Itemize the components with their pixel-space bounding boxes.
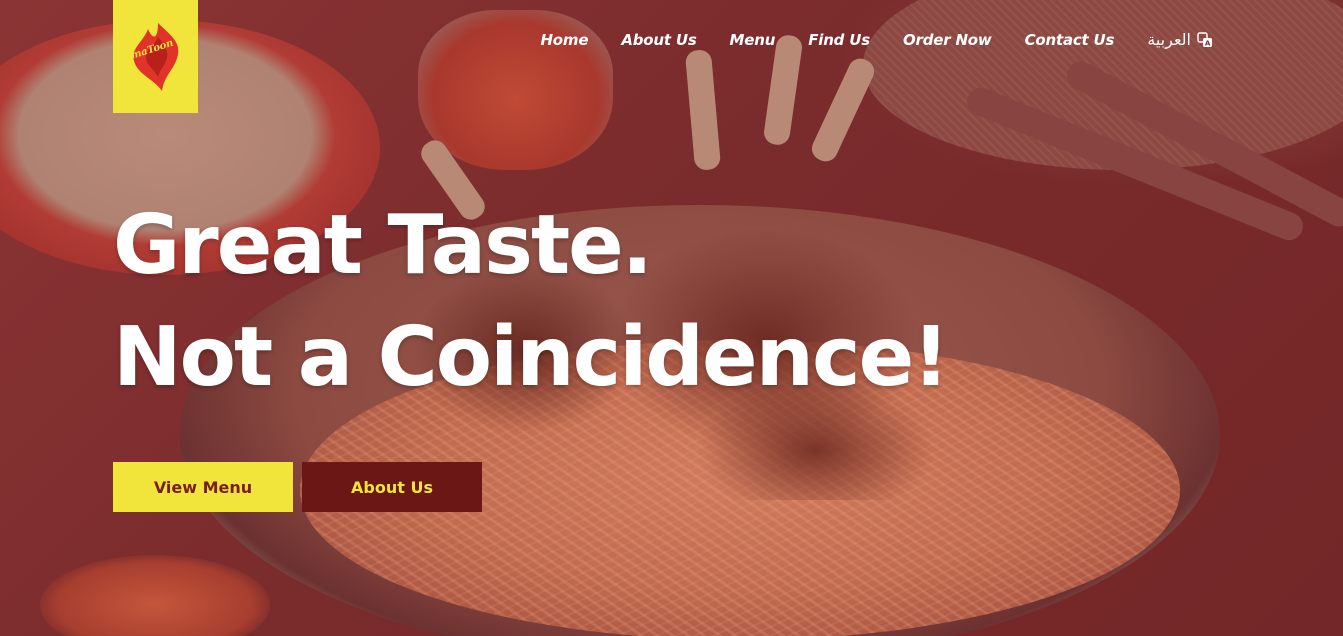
svg-text:A: A <box>1205 39 1211 47</box>
translate-icon: A <box>1197 31 1212 47</box>
nav-order-now[interactable]: Order Now <box>903 31 992 49</box>
main-navigation: Home About Us Menu Find Us Order Now Con… <box>540 30 1213 49</box>
nav-about-us[interactable]: About Us <box>621 31 696 49</box>
headline-line-2: Not a Coincidence! <box>113 310 950 405</box>
nav-menu[interactable]: Menu <box>730 31 776 49</box>
brand-logo[interactable]: AlmaToon <box>113 0 198 113</box>
nav-find-us[interactable]: Find Us <box>808 31 870 49</box>
language-switch[interactable]: العربية A <box>1147 30 1213 49</box>
about-us-button[interactable]: About Us <box>302 462 482 512</box>
headline-line-1: Great Taste. <box>113 198 653 293</box>
view-menu-button[interactable]: View Menu <box>113 462 293 512</box>
nav-contact-us[interactable]: Contact Us <box>1025 31 1115 49</box>
language-label: العربية <box>1147 30 1191 49</box>
nav-home[interactable]: Home <box>540 31 588 49</box>
hero-headline: Great Taste. Not a Coincidence! <box>113 190 950 414</box>
